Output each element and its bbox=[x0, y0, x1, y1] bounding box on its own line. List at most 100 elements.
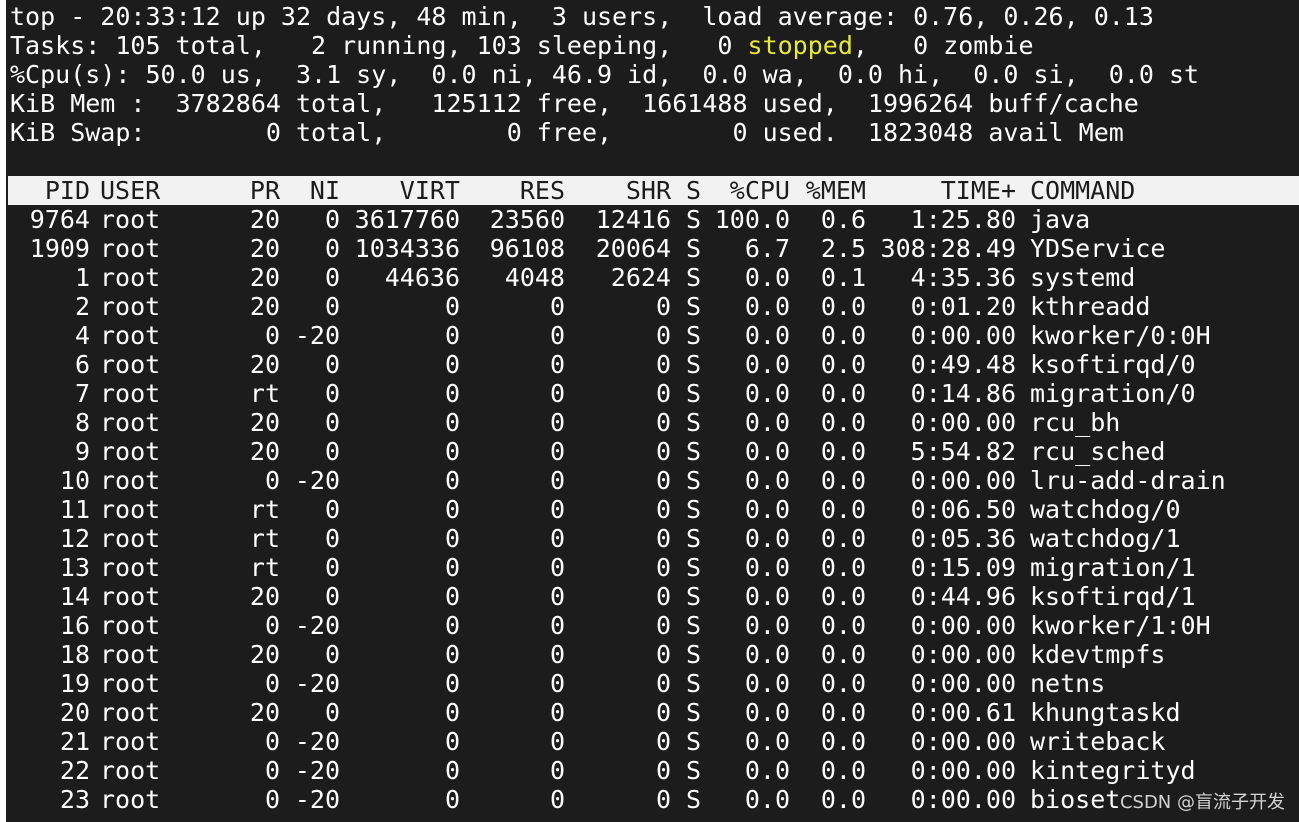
row-cpu: 0.0 bbox=[744, 553, 790, 582]
row-command: ksoftirqd/1 bbox=[1030, 582, 1196, 611]
row-res: 0 bbox=[549, 640, 565, 669]
row-res: 0 bbox=[549, 727, 565, 756]
row-command: systemd bbox=[1030, 263, 1136, 292]
terminal-window[interactable]: top - 20:33:12 up 32 days, 48 min, 3 use… bbox=[6, 0, 1299, 822]
row-pr: 0 bbox=[264, 466, 280, 495]
row-virt: 0 bbox=[444, 408, 460, 437]
row-ni: -20 bbox=[294, 727, 340, 756]
row-mem: 0.0 bbox=[820, 698, 866, 727]
col-header-virt: VIRT bbox=[399, 176, 460, 205]
row-state: S bbox=[686, 495, 702, 524]
row-time: 4:35.36 bbox=[910, 263, 1016, 292]
row-time: 0:05.36 bbox=[910, 524, 1016, 553]
row-pid: 4 bbox=[74, 321, 90, 350]
tasks-prefix: Tasks: 105 total, 2 running, 103 sleepin… bbox=[10, 31, 748, 60]
row-pid: 13 bbox=[59, 553, 90, 582]
row-shr: 0 bbox=[655, 669, 671, 698]
row-ni: 0 bbox=[324, 698, 340, 727]
row-pid: 21 bbox=[59, 727, 90, 756]
row-cpu: 0.0 bbox=[744, 698, 790, 727]
row-virt: 0 bbox=[444, 611, 460, 640]
row-shr: 0 bbox=[655, 524, 671, 553]
col-header-mem: %MEM bbox=[805, 176, 866, 205]
row-time: 5:54.82 bbox=[910, 437, 1016, 466]
row-res: 0 bbox=[549, 437, 565, 466]
row-time: 308:28.49 bbox=[880, 234, 1016, 263]
row-ni: -20 bbox=[294, 466, 340, 495]
row-virt: 0 bbox=[444, 582, 460, 611]
row-cpu: 0.0 bbox=[744, 785, 790, 814]
row-time: 0:00.00 bbox=[910, 785, 1016, 814]
row-state: S bbox=[686, 698, 702, 727]
row-pr: 20 bbox=[249, 263, 280, 292]
row-shr: 0 bbox=[655, 582, 671, 611]
row-pr: 0 bbox=[264, 785, 280, 814]
row-time: 0:44.96 bbox=[910, 582, 1016, 611]
row-virt: 44636 bbox=[384, 263, 460, 292]
row-time: 0:00.00 bbox=[910, 640, 1016, 669]
row-command: migration/0 bbox=[1030, 379, 1196, 408]
col-header-pid: PID bbox=[44, 176, 90, 205]
row-shr: 12416 bbox=[595, 205, 671, 234]
row-res: 0 bbox=[549, 466, 565, 495]
row-state: S bbox=[686, 669, 702, 698]
row-res: 4048 bbox=[504, 263, 565, 292]
row-res: 0 bbox=[549, 524, 565, 553]
row-mem: 0.0 bbox=[820, 321, 866, 350]
row-command: kworker/1:0H bbox=[1030, 611, 1211, 640]
row-res: 0 bbox=[549, 611, 565, 640]
row-time: 0:15.09 bbox=[910, 553, 1016, 582]
row-res: 0 bbox=[549, 495, 565, 524]
summary-mem-line: KiB Mem : 3782864 total, 125112 free, 16… bbox=[10, 89, 1139, 118]
row-state: S bbox=[686, 611, 702, 640]
row-ni: 0 bbox=[324, 292, 340, 321]
summary-uptime-line: top - 20:33:12 up 32 days, 48 min, 3 use… bbox=[10, 2, 1154, 31]
row-state: S bbox=[686, 437, 702, 466]
row-mem: 0.0 bbox=[820, 495, 866, 524]
row-shr: 0 bbox=[655, 292, 671, 321]
row-cpu: 0.0 bbox=[744, 263, 790, 292]
tasks-suffix: , 0 zombie bbox=[852, 31, 1034, 60]
row-time: 0:49.48 bbox=[910, 350, 1016, 379]
row-mem: 0.0 bbox=[820, 727, 866, 756]
row-command: writeback bbox=[1030, 727, 1166, 756]
row-cpu: 0.0 bbox=[744, 437, 790, 466]
row-ni: 0 bbox=[324, 205, 340, 234]
row-ni: -20 bbox=[294, 611, 340, 640]
row-shr: 0 bbox=[655, 408, 671, 437]
row-ni: 0 bbox=[324, 437, 340, 466]
col-header-state: S bbox=[686, 176, 702, 205]
row-virt: 0 bbox=[444, 466, 460, 495]
row-mem: 0.0 bbox=[820, 408, 866, 437]
row-res: 96108 bbox=[489, 234, 565, 263]
col-header-shr: SHR bbox=[625, 176, 671, 205]
row-pid: 23 bbox=[59, 785, 90, 814]
row-virt: 0 bbox=[444, 553, 460, 582]
row-shr: 0 bbox=[655, 321, 671, 350]
row-shr: 0 bbox=[655, 495, 671, 524]
row-time: 1:25.80 bbox=[910, 205, 1016, 234]
row-pr: 0 bbox=[264, 669, 280, 698]
row-ni: 0 bbox=[324, 408, 340, 437]
row-pr: 20 bbox=[249, 437, 280, 466]
row-time: 0:00.00 bbox=[910, 408, 1016, 437]
row-pid: 9 bbox=[74, 437, 90, 466]
row-mem: 2.5 bbox=[820, 234, 866, 263]
row-pr: rt bbox=[249, 495, 280, 524]
row-mem: 0.6 bbox=[820, 205, 866, 234]
row-res: 0 bbox=[549, 669, 565, 698]
row-res: 23560 bbox=[489, 205, 565, 234]
row-cpu: 0.0 bbox=[744, 466, 790, 495]
row-pr: 20 bbox=[249, 698, 280, 727]
row-mem: 0.0 bbox=[820, 292, 866, 321]
row-cpu: 0.0 bbox=[744, 524, 790, 553]
row-cpu: 0.0 bbox=[744, 582, 790, 611]
row-cpu: 0.0 bbox=[744, 640, 790, 669]
row-res: 0 bbox=[549, 292, 565, 321]
summary-cpu-line: %Cpu(s): 50.0 us, 3.1 sy, 0.0 ni, 46.9 i… bbox=[10, 60, 1200, 89]
csdn-watermark: CSDN @盲流子开发 bbox=[1119, 792, 1285, 813]
row-shr: 2624 bbox=[610, 263, 671, 292]
row-shr: 0 bbox=[655, 698, 671, 727]
row-pr: 0 bbox=[264, 727, 280, 756]
row-pid: 11 bbox=[59, 495, 90, 524]
